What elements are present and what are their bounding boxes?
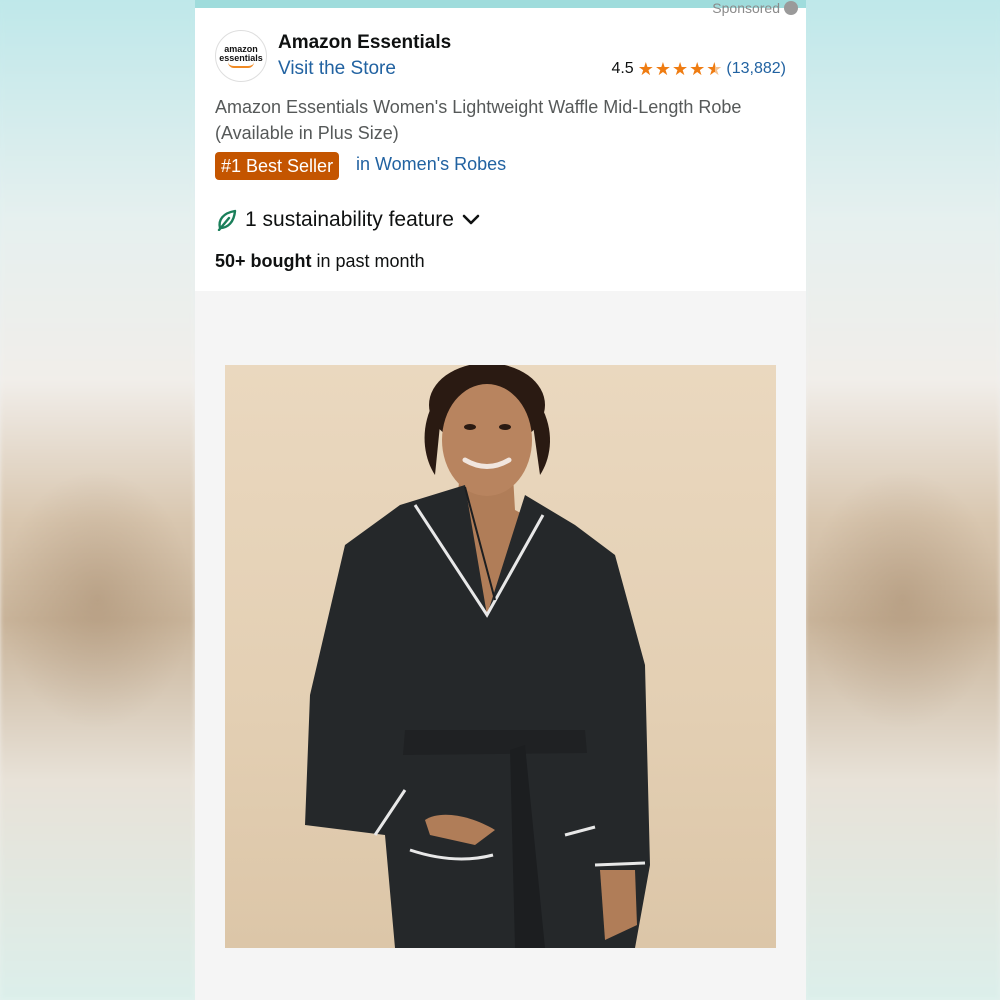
rating-value: 4.5 [611,60,634,77]
star-icon: ★ [671,59,689,79]
info-icon[interactable] [784,1,798,15]
bought-count: 50+ bought in past month [215,251,425,272]
bought-count-bold: 50+ bought [215,251,312,271]
sustainability-text: 1 sustainability feature [245,208,454,231]
star-icon: ★ [637,59,654,79]
product-page: Sponsored amazon essentials Amazon Essen… [195,0,806,1000]
chevron-down-icon [462,214,480,226]
star-icon: ★ [654,59,671,79]
star-icon: ★ [689,59,706,79]
sustainability-toggle[interactable]: 1 sustainability feature [217,208,480,232]
background-shade-right [805,470,1000,730]
product-title[interactable]: Amazon Essentials Women's Lightweight Wa… [215,94,795,146]
best-seller-category-link[interactable]: in Women's Robes [356,154,506,175]
sponsored-label[interactable]: Sponsored [712,0,798,16]
bought-count-rest: in past month [311,251,425,271]
product-photo [305,365,650,948]
best-seller-badge[interactable]: #1 Best Seller [215,152,340,180]
visit-store-link[interactable]: Visit the Store [278,58,396,80]
rating-summary[interactable]: 4.5 ★ ★ ★ ★ ★ (13,882) [611,60,786,78]
product-image[interactable] [225,365,776,948]
sponsored-text: Sponsored [712,0,780,16]
store-name: Amazon Essentials [278,32,452,53]
store-logo[interactable]: amazon essentials [215,30,267,82]
background-shade-left [0,470,195,730]
rating-count-link[interactable]: (13,882) [726,60,786,78]
amazon-smile-icon [228,62,254,68]
half-star-icon: ★ [706,59,723,79]
star-rating[interactable]: ★ ★ ★ ★ ★ [638,60,723,78]
leaf-icon [217,209,237,231]
product-header-card: Sponsored amazon essentials Amazon Essen… [195,0,806,291]
